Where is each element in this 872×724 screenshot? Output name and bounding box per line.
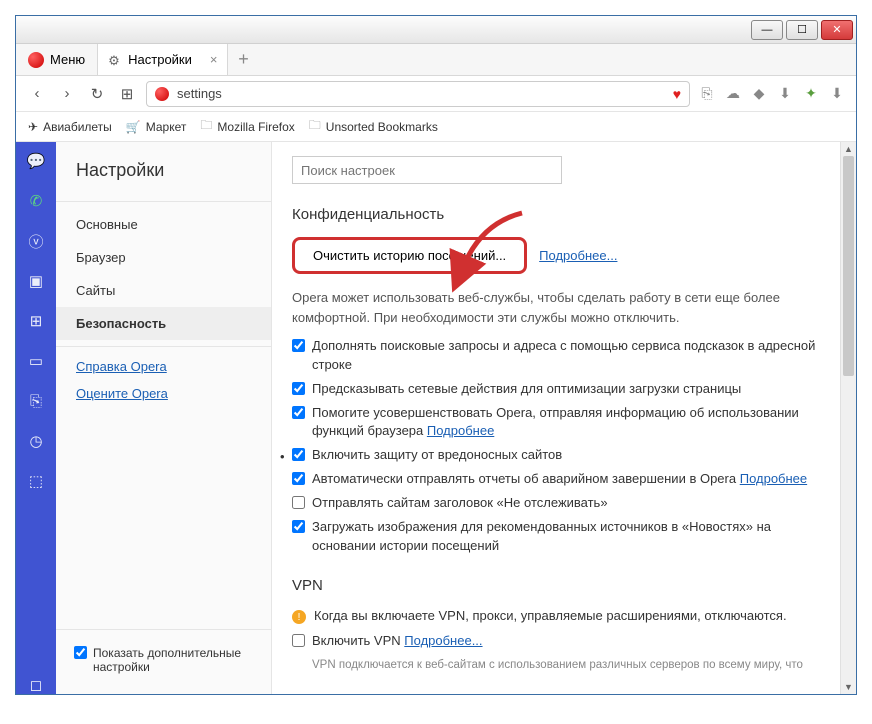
titlebar: — ☐ ✕ [16, 16, 856, 44]
scroll-thumb[interactable] [843, 156, 854, 376]
learn-more-link[interactable]: Подробнее... [539, 248, 617, 263]
bookmark-unsorted[interactable]: 🗀Unsorted Bookmarks [309, 116, 438, 137]
download-icon[interactable]: ⬇ [828, 85, 846, 103]
clear-history-button[interactable]: Очистить историю посещений... [292, 237, 527, 274]
search-input[interactable] [292, 156, 562, 184]
close-button[interactable]: ✕ [821, 20, 853, 40]
nav-help-link[interactable]: Справка Opera [56, 353, 271, 380]
check-improve[interactable]: Помогите усовершенствовать Opera, отправ… [292, 404, 836, 442]
settings-nav: Настройки Основные Браузер Сайты Безопас… [56, 142, 272, 694]
folder-icon: 🗀 [200, 116, 212, 137]
collapse-icon[interactable]: ◻ [27, 676, 45, 694]
check-crash[interactable]: Автоматически отправлять отчеты об авари… [292, 470, 836, 489]
crash-more-link[interactable]: Подробнее [740, 471, 807, 486]
vk-icon[interactable]: ⓥ [27, 232, 45, 250]
reload-button[interactable]: ↻ [86, 83, 108, 105]
check-dnt[interactable]: Отправлять сайтам заголовок «Не отслежив… [292, 494, 836, 513]
vpn-heading: VPN [292, 577, 836, 594]
scroll-up-icon[interactable]: ▲ [841, 142, 856, 156]
show-advanced-input[interactable] [74, 646, 87, 659]
tab-title: Настройки [128, 52, 192, 67]
ext-icon-4[interactable]: ⬇ [776, 85, 794, 103]
bookmark-flights[interactable]: ✈Авиабилеты [28, 120, 112, 134]
privacy-desc: Opera может использовать веб-службы, что… [292, 288, 836, 327]
check-predict[interactable]: Предсказывать сетевые действия для оптим… [292, 380, 836, 399]
settings-content: Конфиденциальность Очистить историю посе… [272, 142, 856, 694]
vpn-more-link[interactable]: Подробнее... [404, 633, 482, 648]
check-news-images[interactable]: Загружать изображения для рекомендованны… [292, 518, 836, 556]
sidebar-strip: 💬 ✆ ⓥ ▣ ⊞ ▭ ⎘ ◷ ⬚ ◻ [16, 142, 56, 694]
news-icon[interactable]: ⎘ [27, 392, 45, 410]
ext-icon-5[interactable]: ✦ [802, 85, 820, 103]
opera-favicon-icon [155, 87, 169, 101]
cart-icon: 🛒 [126, 120, 141, 134]
check-malware[interactable]: Включить защиту от вредоносных сайтов [292, 446, 836, 465]
body-area: 💬 ✆ ⓥ ▣ ⊞ ▭ ⎘ ◷ ⬚ ◻ Настройки Основные Б… [16, 142, 856, 694]
nav-browser[interactable]: Браузер [56, 241, 271, 274]
plane-icon: ✈ [28, 120, 38, 134]
vpn-warning: ! Когда вы включаете VPN, прокси, управл… [292, 608, 836, 624]
app-window: — ☐ ✕ Меню ⚙ Настройки × + ‹ › ↻ ⊞ ♥ ⎘ ☁… [15, 15, 857, 695]
gear-icon: ⚙ [108, 53, 122, 67]
show-advanced-checkbox[interactable]: Показать дополнительные настройки [56, 636, 271, 684]
bookmark-firefox[interactable]: 🗀Mozilla Firefox [200, 116, 294, 137]
improve-more-link[interactable]: Подробнее [427, 423, 494, 438]
speed-dial-icon[interactable]: ⊞ [27, 312, 45, 330]
clear-history-row: Очистить историю посещений... Подробнее.… [292, 237, 836, 274]
warning-icon: ! [292, 610, 306, 624]
opera-logo-icon [28, 52, 44, 68]
folder-icon: 🗀 [309, 116, 321, 137]
ext-icon-2[interactable]: ☁ [724, 85, 742, 103]
address-input[interactable] [177, 86, 665, 101]
back-button[interactable]: ‹ [26, 83, 48, 105]
nav-rate-link[interactable]: Оцените Opera [56, 380, 271, 407]
new-tab-button[interactable]: + [228, 44, 258, 75]
page-title: Настройки [56, 160, 271, 195]
check-suggest[interactable]: Дополнять поисковые запросы и адреса с п… [292, 337, 836, 375]
tab-close-icon[interactable]: × [210, 52, 218, 67]
tab-settings[interactable]: ⚙ Настройки × [98, 44, 228, 75]
scroll-down-icon[interactable]: ▼ [841, 680, 856, 694]
address-field[interactable]: ♥ [146, 81, 690, 107]
url-bar: ‹ › ↻ ⊞ ♥ ⎘ ☁ ◆ ⬇ ✦ ⬇ [16, 76, 856, 112]
main-menu-button[interactable]: Меню [16, 44, 98, 75]
bookmarks-bar: ✈Авиабилеты 🛒Маркет 🗀Mozilla Firefox 🗀Un… [16, 112, 856, 142]
forward-button[interactable]: › [56, 83, 78, 105]
privacy-heading: Конфиденциальность [292, 206, 836, 223]
bookmark-market[interactable]: 🛒Маркет [126, 120, 187, 134]
whatsapp-icon[interactable]: ✆ [27, 192, 45, 210]
menu-label: Меню [50, 52, 85, 67]
ext-icon-1[interactable]: ⎘ [698, 85, 716, 103]
box-icon[interactable]: ⬚ [27, 472, 45, 490]
minimize-button[interactable]: — [751, 20, 783, 40]
speed-dial-button[interactable]: ⊞ [116, 83, 138, 105]
maximize-button[interactable]: ☐ [786, 20, 818, 40]
ext-icon-3[interactable]: ◆ [750, 85, 768, 103]
heart-icon[interactable]: ♥ [673, 86, 681, 102]
messenger-icon[interactable]: 💬 [27, 152, 45, 170]
nav-security[interactable]: Безопасность [56, 307, 271, 340]
clock-icon[interactable]: ◷ [27, 432, 45, 450]
gallery-icon[interactable]: ▣ [27, 272, 45, 290]
vpn-note: VPN подключается к веб-сайтам с использо… [312, 659, 836, 671]
bookmark-icon[interactable]: ▭ [27, 352, 45, 370]
tab-strip: Меню ⚙ Настройки × + [16, 44, 856, 76]
nav-basic[interactable]: Основные [56, 208, 271, 241]
scrollbar[interactable]: ▲ ▼ [840, 142, 856, 694]
check-vpn[interactable]: Включить VPN Подробнее... [292, 632, 836, 651]
nav-sites[interactable]: Сайты [56, 274, 271, 307]
